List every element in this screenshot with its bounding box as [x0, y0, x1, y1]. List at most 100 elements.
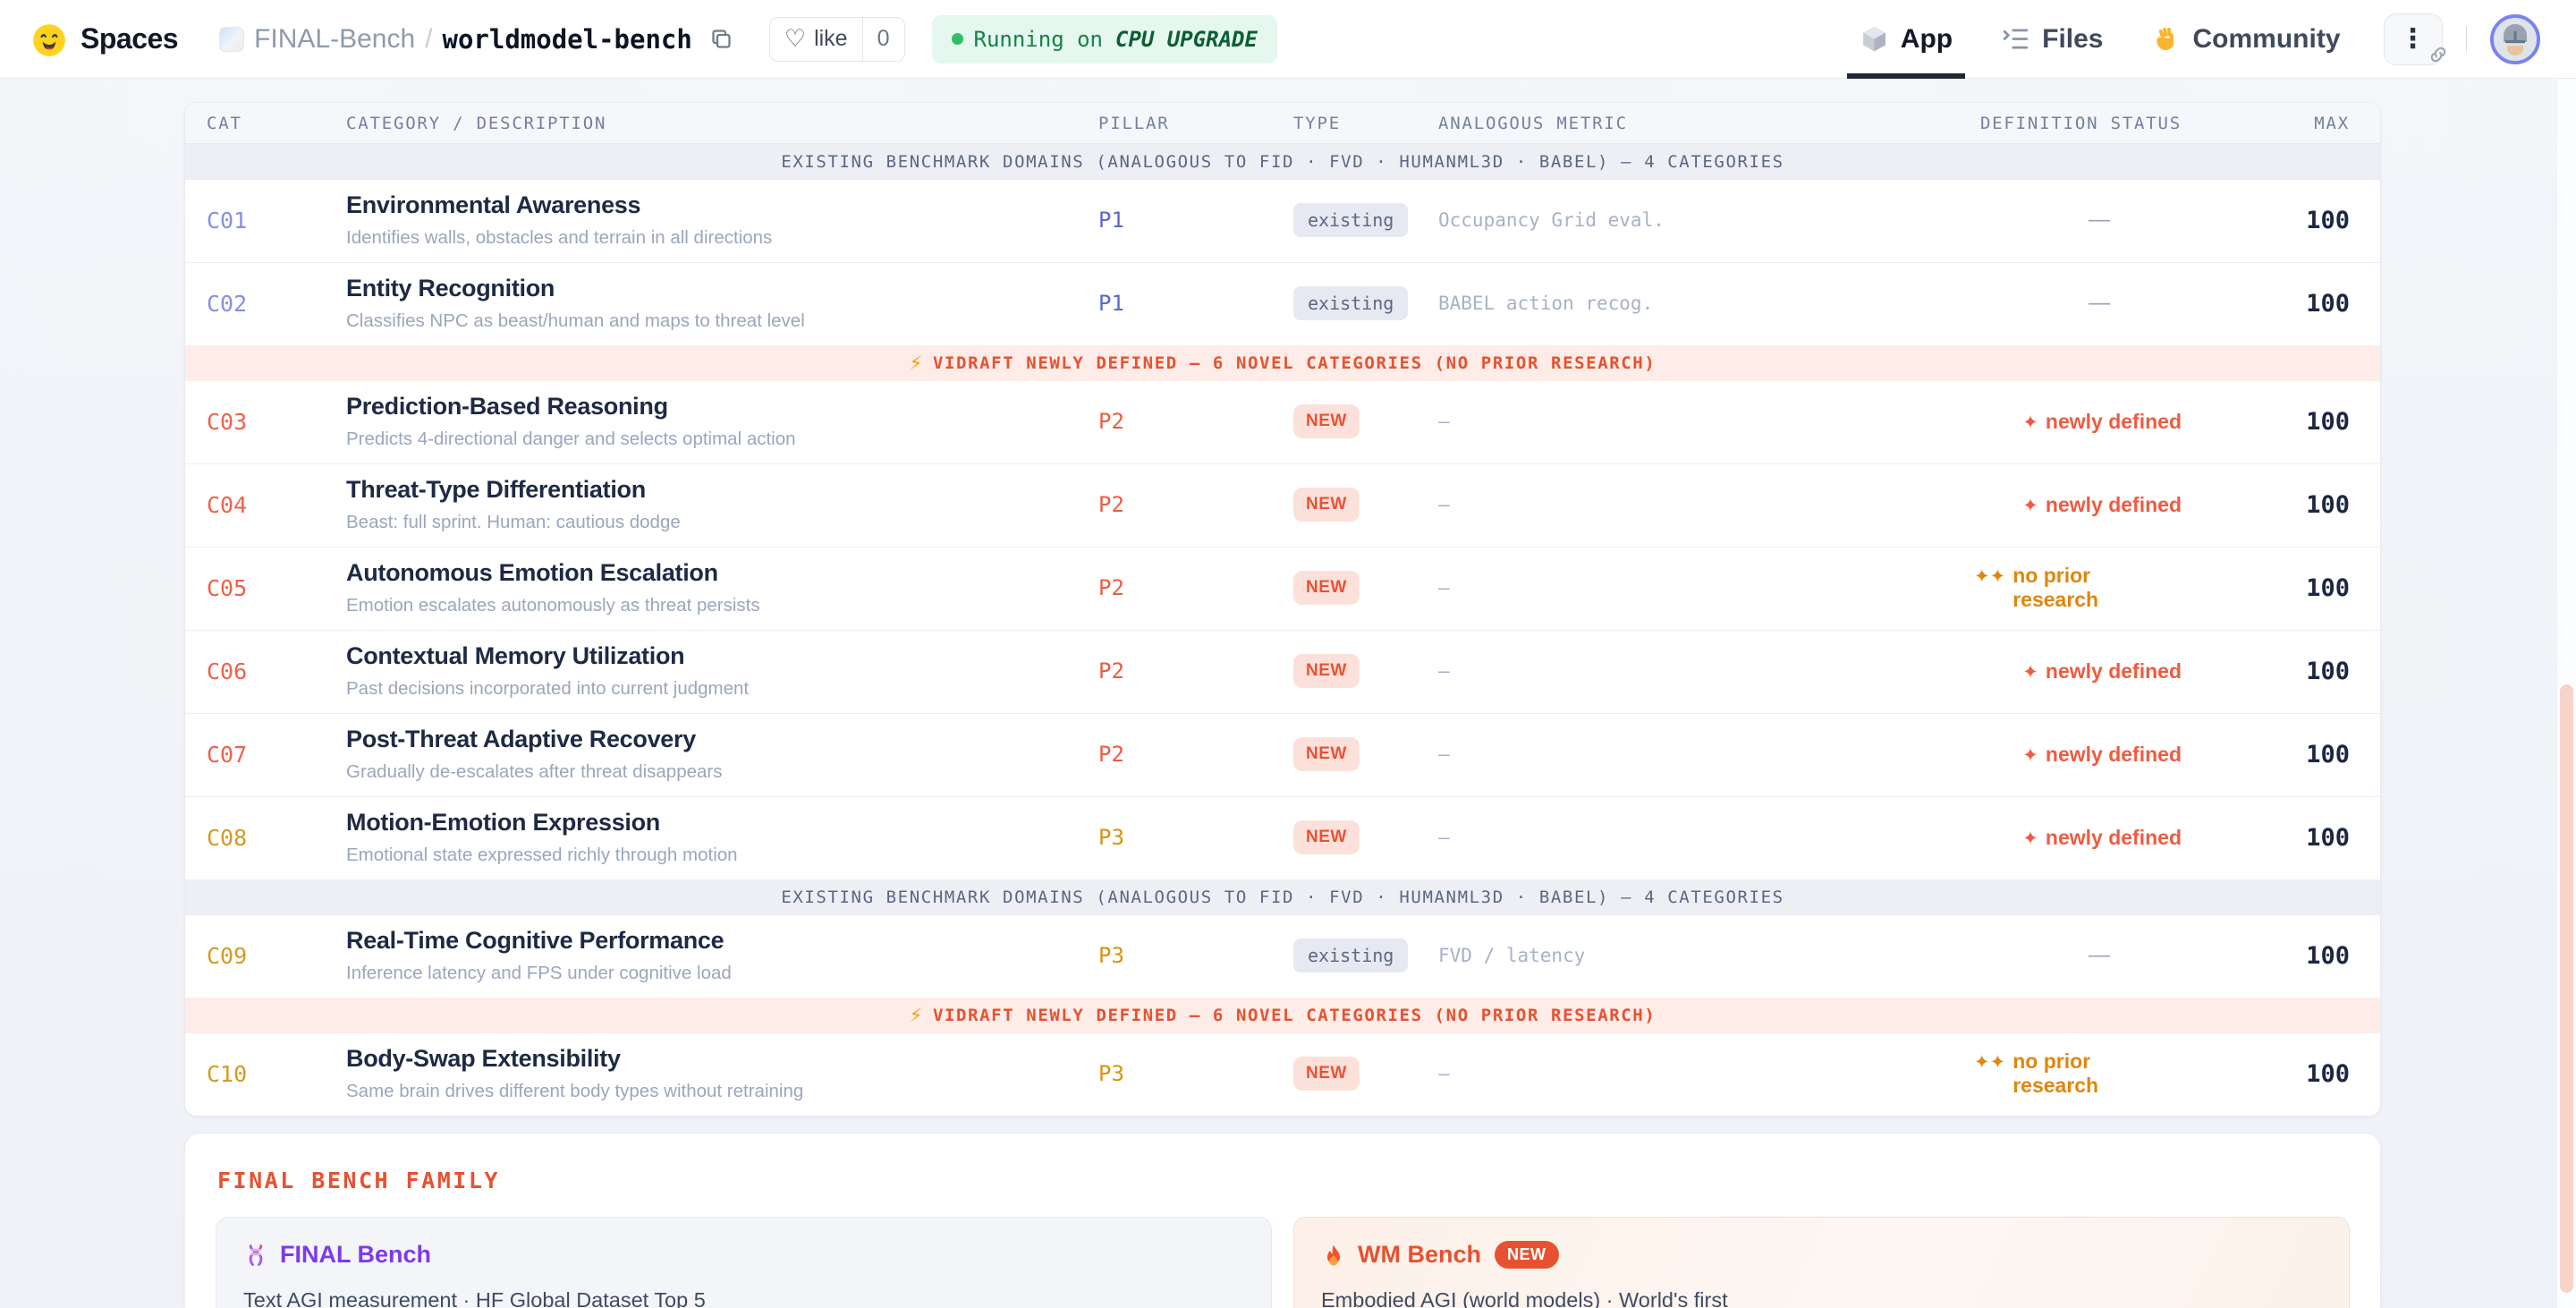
- dna-icon: [243, 1243, 268, 1268]
- like-widget: ♡ like 0: [769, 17, 905, 62]
- table-row: C02 Entity Recognition Classifies NPC as…: [185, 262, 2380, 345]
- row-metric: –: [1438, 411, 1974, 432]
- file-list-icon: [2001, 24, 2030, 54]
- header-left: Spaces FINAL-Bench / worldmodel-bench ♡ …: [30, 0, 1277, 78]
- row-category-cell: Prediction-Based Reasoning Predicts 4-di…: [346, 393, 1098, 450]
- section-banner-label: VIDRAFT NEWLY DEFINED — 6 NOVEL CATEGORI…: [933, 353, 1656, 373]
- row-cat: C10: [185, 1061, 346, 1087]
- row-description: Predicts 4-directional danger and select…: [346, 429, 1098, 450]
- row-max: 100: [2306, 408, 2381, 436]
- breadcrumb: FINAL-Bench / worldmodel-bench: [219, 24, 733, 55]
- table-row: C06 Contextual Memory Utilization Past d…: [185, 630, 2380, 713]
- like-button[interactable]: ♡ like: [770, 18, 862, 61]
- sparkle-icon: ✦: [2022, 661, 2038, 683]
- breadcrumb-owner-link[interactable]: FINAL-Bench: [254, 24, 415, 55]
- row-metric: FVD / latency: [1438, 945, 1974, 966]
- row-cat: C05: [185, 575, 346, 601]
- tab-community[interactable]: Community: [2152, 0, 2341, 78]
- benchmark-table: CAT CATEGORY / DESCRIPTION PILLAR TYPE A…: [184, 102, 2381, 1117]
- row-type-cell: NEW: [1293, 571, 1438, 605]
- row-status-label: newly defined: [2046, 659, 2182, 684]
- section-banner-label: EXISTING BENCHMARK DOMAINS (ANALOGOUS TO…: [781, 888, 1784, 907]
- row-type-cell: NEW: [1293, 1057, 1438, 1091]
- row-cat: C03: [185, 409, 346, 435]
- breadcrumb-space-link[interactable]: worldmodel-bench: [443, 24, 692, 55]
- sparkle-icon: ✦✦: [1974, 1051, 2005, 1073]
- main-content: CAT CATEGORY / DESCRIPTION PILLAR TYPE A…: [184, 102, 2381, 1308]
- hardware-label: CPU UPGRADE: [1115, 27, 1258, 52]
- row-cat: C07: [185, 742, 346, 768]
- row-status: ✦ newly defined: [2022, 826, 2230, 850]
- like-label: like: [814, 26, 848, 52]
- row-type-cell: NEW: [1293, 404, 1438, 438]
- row-type-badge: NEW: [1293, 1057, 1360, 1091]
- row-title: Environmental Awareness: [346, 191, 1098, 219]
- table-row: C03 Prediction-Based Reasoning Predicts …: [185, 381, 2380, 463]
- table-section-banner: ⚡ VIDRAFT NEWLY DEFINED — 6 NOVEL CATEGO…: [185, 998, 2380, 1033]
- user-avatar[interactable]: [2490, 14, 2540, 64]
- col-header-pillar: PILLAR: [1098, 114, 1293, 133]
- header-divider: [2466, 26, 2468, 53]
- row-status: ✦ newly defined: [2022, 493, 2230, 517]
- family-card-lines: Text AGI measurement · HF Global Dataset…: [243, 1283, 1244, 1308]
- table-section-banner: EXISTING BENCHMARK DOMAINS (ANALOGOUS TO…: [185, 879, 2380, 915]
- kebab-menu-button[interactable]: ⋮: [2384, 13, 2443, 65]
- header-right: App Files Community ⋮: [1811, 0, 2540, 78]
- row-cat: C08: [185, 825, 346, 851]
- breadcrumb-separator: /: [425, 24, 432, 55]
- section-banner-label: VIDRAFT NEWLY DEFINED — 6 NOVEL CATEGORI…: [933, 1006, 1656, 1025]
- org-avatar-icon[interactable]: [219, 27, 244, 52]
- row-title: Body-Swap Extensibility: [346, 1045, 1098, 1073]
- row-description: Identifies walls, obstacles and terrain …: [346, 227, 1098, 249]
- status-dot-icon: [952, 33, 963, 45]
- row-type-cell: existing: [1293, 203, 1438, 237]
- tab-files[interactable]: Files: [2001, 0, 2103, 78]
- flame-icon: [1321, 1243, 1346, 1268]
- row-pillar: P1: [1098, 208, 1293, 233]
- running-prefix: Running on: [974, 27, 1104, 52]
- sparkle-icon: ✦: [2022, 412, 2038, 433]
- row-status-label: no prior research: [2012, 1049, 2182, 1098]
- row-title: Post-Threat Adaptive Recovery: [346, 726, 1098, 753]
- row-metric: –: [1438, 1063, 1974, 1084]
- row-description: Classifies NPC as beast/human and maps t…: [346, 310, 1098, 332]
- row-metric: Occupancy Grid eval.: [1438, 209, 1974, 231]
- running-status-badge[interactable]: Running on CPU UPGRADE: [932, 15, 1277, 64]
- sparkle-icon: ✦✦: [1974, 565, 2005, 587]
- row-metric: BABEL action recog.: [1438, 293, 1974, 314]
- tab-app[interactable]: App: [1860, 0, 1953, 78]
- family-card-header: WM Bench NEW: [1321, 1241, 2322, 1269]
- row-type-cell: NEW: [1293, 820, 1438, 854]
- row-metric: –: [1438, 660, 1974, 682]
- scrollbar-track[interactable]: [2556, 79, 2576, 1308]
- like-count[interactable]: 0: [862, 18, 904, 61]
- row-pillar: P2: [1098, 575, 1293, 600]
- col-header-category: CATEGORY / DESCRIPTION: [346, 114, 1098, 133]
- row-status: —: [2089, 291, 2230, 316]
- row-max: 100: [2306, 741, 2381, 769]
- family-card: WM Bench NEW Embodied AGI (world models)…: [1293, 1217, 2350, 1308]
- copy-icon[interactable]: [709, 27, 733, 51]
- table-row: C08 Motion-Emotion Expression Emotional …: [185, 796, 2380, 879]
- tab-app-label: App: [1901, 24, 1953, 55]
- row-description: Beast: full sprint. Human: cautious dodg…: [346, 512, 1098, 533]
- table-row: C10 Body-Swap Extensibility Same brain d…: [185, 1033, 2380, 1116]
- spaces-brand[interactable]: Spaces: [30, 21, 178, 58]
- row-type-badge: NEW: [1293, 820, 1360, 854]
- row-description: Inference latency and FPS under cognitiv…: [346, 963, 1098, 984]
- row-cat: C01: [185, 208, 346, 234]
- row-metric: –: [1438, 577, 1974, 599]
- row-status-label: newly defined: [2046, 743, 2182, 767]
- family-card-line: Text AGI measurement · HF Global Dataset…: [243, 1283, 1244, 1308]
- sparkle-icon: ✦: [2022, 744, 2038, 766]
- row-type-badge: NEW: [1293, 571, 1360, 605]
- row-description: Emotion escalates autonomously as threat…: [346, 595, 1098, 616]
- table-header-row: CAT CATEGORY / DESCRIPTION PILLAR TYPE A…: [185, 103, 2380, 144]
- scrollbar-thumb[interactable]: [2560, 684, 2573, 1293]
- family-card-lines: Embodied AGI (world models) · World's fi…: [1321, 1283, 2322, 1308]
- col-header-cat: CAT: [185, 114, 346, 133]
- row-status-label: newly defined: [2046, 493, 2182, 517]
- kebab-icon: ⋮: [2400, 26, 2427, 53]
- family-cards: FINAL Bench Text AGI measurement · HF Gl…: [216, 1217, 2350, 1308]
- family-card-title: WM Bench: [1358, 1241, 1481, 1269]
